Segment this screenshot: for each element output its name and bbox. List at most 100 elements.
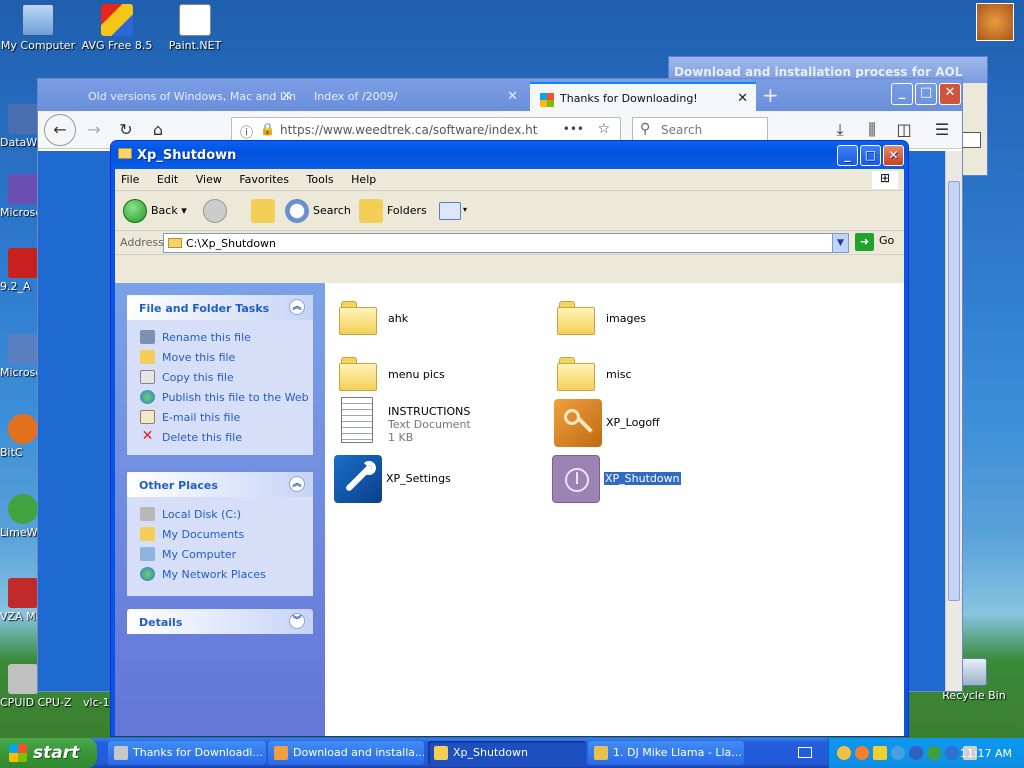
desktop-icon-acrobat[interactable]: 9.2_A bbox=[0, 248, 42, 293]
computer-icon bbox=[22, 4, 54, 36]
chevron-up-icon[interactable]: ︽ bbox=[289, 476, 305, 492]
maximize-button[interactable]: □ bbox=[915, 83, 937, 105]
menu-tools[interactable]: Tools bbox=[307, 173, 334, 186]
desktop-icon-label: CPUID CPU-Z bbox=[0, 696, 72, 709]
menu-favorites[interactable]: Favorites bbox=[239, 173, 289, 186]
place-my-network[interactable]: My Network Places bbox=[127, 564, 313, 584]
minimize-button[interactable]: _ bbox=[837, 145, 858, 166]
menu-help[interactable]: Help bbox=[351, 173, 376, 186]
place-my-computer[interactable]: My Computer bbox=[127, 544, 313, 564]
place-local-disk[interactable]: Local Disk (C:) bbox=[127, 504, 313, 524]
task-rename[interactable]: Rename this file bbox=[127, 327, 313, 347]
bookmark-star-icon[interactable]: ☆ bbox=[597, 121, 610, 137]
taskbar-item-dj-mike-llama[interactable]: 1. DJ Mike Llama - Lla... bbox=[588, 741, 744, 765]
start-button[interactable]: start bbox=[0, 738, 97, 768]
taskbar-item-download[interactable]: Download and installa... bbox=[268, 741, 424, 765]
folders-button[interactable]: Folders bbox=[359, 199, 427, 223]
close-tab-icon[interactable]: ✕ bbox=[507, 89, 518, 104]
taskbar-item-xp-shutdown[interactable]: Xp_Shutdown bbox=[428, 741, 586, 765]
tray-app-icon[interactable] bbox=[927, 746, 941, 760]
file-item-xp-settings[interactable]: XP_Settings bbox=[329, 455, 539, 507]
back-button[interactable]: Back ▾ bbox=[123, 199, 187, 223]
menu-view[interactable]: View bbox=[196, 173, 222, 186]
page-scrollbar[interactable] bbox=[945, 151, 962, 691]
desktop-icon-microsoft-cpp[interactable]: Microsc C++ bbox=[0, 174, 42, 219]
menu-edit[interactable]: Edit bbox=[157, 173, 178, 186]
address-field[interactable]: C:\Xp_Shutdown ▼ bbox=[163, 233, 849, 253]
panel-header[interactable]: File and Folder Tasks ︽ bbox=[127, 295, 313, 320]
download-icon[interactable]: ⤓ bbox=[828, 118, 852, 142]
tab-old-versions[interactable]: Old versions of Windows, Mac and Lin ✕ bbox=[78, 82, 300, 111]
tray-app-icon[interactable] bbox=[873, 746, 887, 760]
menu-icon[interactable]: ☰ bbox=[930, 118, 954, 142]
forward-arrow-icon[interactable]: → bbox=[82, 118, 106, 142]
file-item-instructions[interactable]: INSTRUCTIONS Text Document 1 KB bbox=[331, 397, 541, 449]
back-arrow-icon[interactable]: ← bbox=[44, 114, 76, 146]
panel-header[interactable]: Details ︾ bbox=[127, 609, 313, 634]
close-button[interactable]: ✕ bbox=[883, 145, 904, 166]
desktop-icon-vlc-label[interactable]: vlc-1. bbox=[83, 696, 113, 709]
home-icon[interactable]: ⌂ bbox=[146, 118, 170, 142]
task-publish[interactable]: Publish this file to the Web bbox=[127, 387, 313, 407]
close-button[interactable]: ✕ bbox=[939, 83, 961, 105]
desktop-icon-bitcomet[interactable]: BitC bbox=[0, 414, 42, 459]
tray-app-icon[interactable] bbox=[837, 746, 851, 760]
task-email[interactable]: E-mail this file bbox=[127, 407, 313, 427]
tray-app-icon[interactable] bbox=[891, 746, 905, 760]
reload-icon[interactable]: ↻ bbox=[114, 118, 138, 142]
file-item-xp-shutdown[interactable]: XP_Shutdown bbox=[547, 455, 757, 507]
chevron-down-icon[interactable]: ▼ bbox=[832, 234, 848, 252]
desktop-icon-vza[interactable]: VZA Man bbox=[0, 578, 42, 623]
minimize-button[interactable]: _ bbox=[891, 83, 913, 105]
search-button[interactable]: Search bbox=[285, 199, 351, 223]
chevron-down-icon[interactable]: ︾ bbox=[289, 613, 305, 629]
drive-icon bbox=[140, 507, 155, 521]
go-button[interactable]: ➜ Go bbox=[855, 233, 894, 251]
close-tab-icon[interactable]: ✕ bbox=[281, 89, 292, 104]
desktop-icon-avg[interactable]: AVG Free 8.5 bbox=[79, 4, 155, 52]
file-item-xp-logoff[interactable]: XP_Logoff bbox=[549, 399, 759, 451]
desktop-icon-microsoft-basic[interactable]: Microsc Basi bbox=[0, 334, 42, 379]
desktop-icon-limewire[interactable]: LimeWi bbox=[0, 494, 42, 539]
clock: 11:17 AM bbox=[959, 747, 1012, 760]
file-name: XP_Logoff bbox=[606, 416, 660, 429]
close-tab-icon[interactable]: ✕ bbox=[737, 91, 748, 106]
explorer-window[interactable]: Xp_Shutdown _ □ ✕ File Edit View Favorit… bbox=[110, 140, 909, 737]
views-button[interactable]: ▾ bbox=[439, 199, 471, 223]
panel-header[interactable]: Other Places ︽ bbox=[127, 472, 313, 497]
page-actions-icon[interactable]: ••• bbox=[563, 122, 584, 136]
file-item-folder-images[interactable]: images bbox=[549, 295, 759, 347]
scrollbar-thumb[interactable] bbox=[948, 181, 960, 601]
library-icon[interactable]: ⫼ bbox=[860, 118, 884, 142]
file-item-folder-misc[interactable]: misc bbox=[549, 351, 759, 403]
place-my-documents[interactable]: My Documents bbox=[127, 524, 313, 544]
chevron-up-icon[interactable]: ︽ bbox=[289, 299, 305, 315]
explorer-title-bar[interactable]: Xp_Shutdown _ □ ✕ bbox=[111, 141, 908, 169]
sidebar-icon[interactable]: ◫ bbox=[892, 118, 916, 142]
file-type: Text Document bbox=[388, 418, 471, 431]
task-move[interactable]: Move this file bbox=[127, 347, 313, 367]
tray-app-icon[interactable] bbox=[855, 746, 869, 760]
shortcut-icon[interactable] bbox=[976, 3, 1014, 41]
desktop-icon-paint-net[interactable]: Paint.NET bbox=[157, 4, 233, 52]
file-item-folder-menu-pics[interactable]: menu pics bbox=[331, 351, 541, 403]
app-icon bbox=[114, 746, 128, 760]
tray-app-icon[interactable] bbox=[945, 746, 959, 760]
file-name: XP_Shutdown bbox=[603, 471, 682, 486]
menu-file[interactable]: File bbox=[121, 173, 139, 186]
task-delete[interactable]: ✕ Delete this file bbox=[127, 427, 313, 447]
maximize-button[interactable]: □ bbox=[860, 145, 881, 166]
tab-thanks-for-downloading[interactable]: Thanks for Downloading! ✕ bbox=[530, 82, 756, 111]
tray-app-icon[interactable] bbox=[909, 746, 923, 760]
desktop-icon-my-computer[interactable]: My Computer bbox=[0, 4, 76, 52]
task-copy[interactable]: Copy this file bbox=[127, 367, 313, 387]
task-label: Rename this file bbox=[162, 331, 251, 344]
desktop-icon-dataw[interactable]: DataW bbox=[0, 104, 42, 149]
file-item-folder-ahk[interactable]: ahk bbox=[331, 295, 541, 347]
new-tab-icon[interactable]: + bbox=[762, 83, 779, 107]
taskbar-item-thanks[interactable]: Thanks for Downloadi... bbox=[108, 741, 266, 765]
info-icon[interactable]: ⓘ bbox=[240, 122, 253, 141]
app-icon bbox=[8, 174, 38, 204]
keyboard-icon[interactable] bbox=[798, 747, 812, 758]
tab-index-2009[interactable]: Index of /2009/ ✕ bbox=[304, 82, 526, 111]
